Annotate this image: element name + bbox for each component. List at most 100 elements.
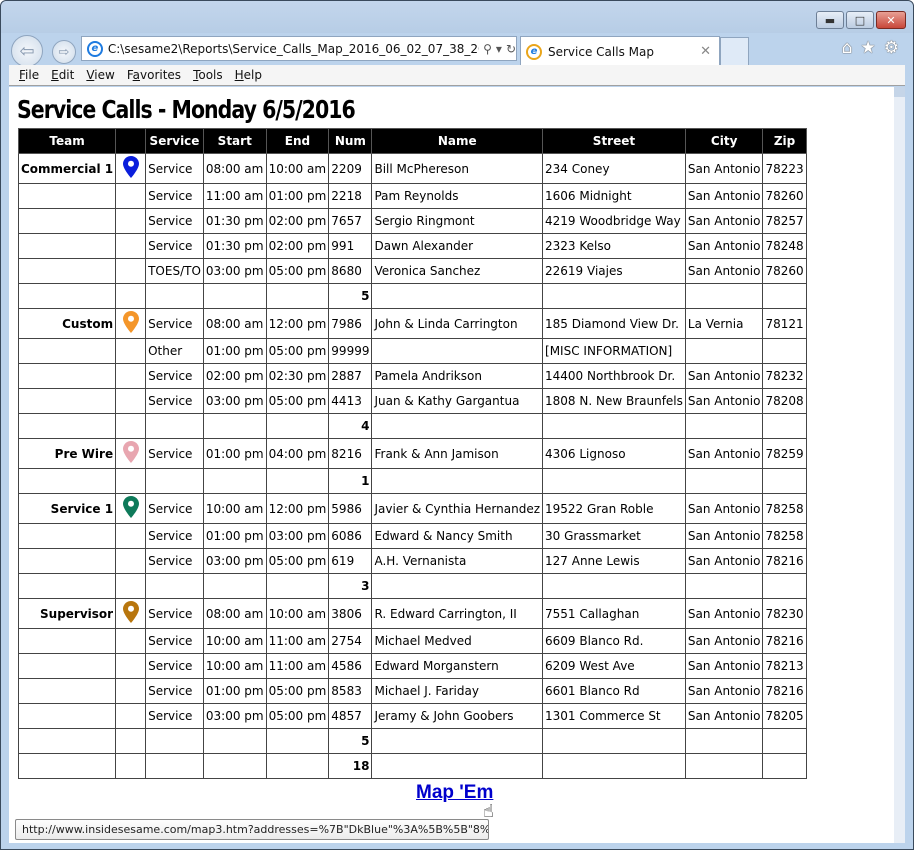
start-cell: 10:00 am [202, 493, 267, 524]
street-cell: 2323 Kelso [542, 233, 686, 259]
team-cell [17, 233, 117, 259]
empty-cell [371, 573, 544, 599]
group-count: 4 [328, 413, 373, 439]
start-cell: 03:00 pm [202, 703, 267, 729]
map-pin-icon [122, 601, 139, 623]
service-cell: Service [145, 388, 204, 414]
end-cell: 10:00 am [265, 598, 330, 629]
team-cell [17, 388, 117, 414]
pin-cell [115, 183, 147, 209]
menu-edit[interactable]: Edit [51, 68, 74, 82]
street-cell: 4306 Lignoso [542, 438, 686, 469]
name-cell: Pam Reynolds [371, 183, 544, 209]
start-cell: 01:00 pm [202, 338, 267, 364]
dropdown-icon[interactable]: ▾ [496, 42, 502, 56]
minimize-button[interactable]: ▬ [816, 11, 844, 29]
empty-cell [17, 573, 117, 599]
end-cell: 04:00 pm [265, 438, 330, 469]
end-cell: 11:00 am [265, 628, 330, 654]
end-cell: 01:00 pm [265, 183, 330, 209]
menu-bar: File Edit View Favorites Tools Help [9, 65, 905, 86]
menu-help[interactable]: Help [235, 68, 262, 82]
empty-cell [115, 728, 147, 754]
name-cell: Sergio Ringmont [371, 208, 544, 234]
home-icon[interactable]: ⌂ [842, 38, 853, 58]
end-cell: 05:00 pm [265, 388, 330, 414]
empty-cell [371, 728, 544, 754]
service-cell: Service [145, 308, 204, 339]
window-controls: ▬ □ ✕ [816, 11, 906, 29]
service-cell: Service [145, 153, 204, 184]
end-cell: 02:30 pm [265, 363, 330, 389]
pin-cell [115, 653, 147, 679]
pin-cell [115, 153, 147, 184]
service-cell: Service [145, 363, 204, 389]
empty-cell [542, 283, 686, 309]
service-cell: Service [145, 438, 204, 469]
city-cell: La Vernia [684, 308, 764, 339]
forward-button[interactable]: ⇨ [52, 40, 76, 64]
street-cell: 4219 Woodbridge Way [542, 208, 686, 234]
map-pin-icon [122, 156, 139, 178]
num-cell: 8583 [328, 678, 373, 704]
empty-cell [202, 468, 267, 494]
menu-favorites[interactable]: Favorites [127, 68, 181, 82]
menu-file[interactable]: File [19, 68, 39, 82]
team-cell [17, 703, 117, 729]
num-cell: 4413 [328, 388, 373, 414]
title-bar: ▬ □ ✕ [1, 1, 913, 33]
gear-icon[interactable]: ⚙ [884, 38, 899, 58]
maximize-button[interactable]: □ [846, 11, 874, 29]
vertical-scrollbar[interactable] [894, 87, 905, 843]
favorites-star-icon[interactable]: ★ [861, 38, 876, 58]
table-row: Pre Wire Service 01:00 pm 04:00 pm 8216 Frank… [17, 438, 807, 469]
start-cell: 01:00 pm [202, 678, 267, 704]
start-cell: 02:00 pm [202, 363, 267, 389]
street-cell: 22619 Viajes [542, 258, 686, 284]
start-cell: 08:00 am [202, 153, 267, 184]
start-cell: 01:30 pm [202, 208, 267, 234]
name-cell: Juan & Kathy Gargantua [371, 388, 544, 414]
map-em-link[interactable]: Map 'Em [416, 782, 493, 804]
address-bar[interactable]: e C:\sesame2\Reports\Service_Calls_Map_2… [81, 36, 517, 61]
status-url-tooltip: http://www.insidesesame.com/map3.htm?add… [15, 819, 489, 840]
end-cell: 05:00 pm [265, 548, 330, 574]
start-cell: 03:00 pm [202, 548, 267, 574]
pin-cell [115, 523, 147, 549]
back-button[interactable]: ⇦ [11, 35, 43, 67]
empty-cell [115, 573, 147, 599]
search-icon[interactable]: ⚲ [483, 42, 492, 56]
name-cell: Michael J. Fariday [371, 678, 544, 704]
refresh-icon[interactable]: ↻ [506, 42, 516, 56]
empty-cell [145, 413, 204, 439]
empty-cell [371, 413, 544, 439]
zip-cell: 78223 [762, 153, 807, 184]
empty-cell [202, 283, 267, 309]
col-num: Num [328, 128, 373, 154]
empty-cell [145, 728, 204, 754]
num-cell: 8680 [328, 258, 373, 284]
street-cell: 1606 Midnight [542, 183, 686, 209]
menu-view[interactable]: View [86, 68, 114, 82]
tab-service-calls-map[interactable]: e Service Calls Map ✕ [520, 36, 720, 66]
table-row: Service 03:00 pm 05:00 pm 4413 Juan & Kathy … [17, 388, 807, 414]
start-cell: 03:00 pm [202, 388, 267, 414]
start-cell: 03:00 pm [202, 258, 267, 284]
num-cell: 2218 [328, 183, 373, 209]
table-header-row: Team Service Start End Num Name Street C… [17, 128, 807, 154]
num-cell: 4586 [328, 653, 373, 679]
num-cell: 991 [328, 233, 373, 259]
menu-tools[interactable]: Tools [193, 68, 223, 82]
scrollbar-thumb[interactable] [894, 87, 905, 97]
address-input[interactable]: C:\sesame2\Reports\Service_Calls_Map_201… [108, 42, 479, 56]
service-cell: Service [145, 703, 204, 729]
close-window-button[interactable]: ✕ [876, 11, 906, 29]
start-cell: 08:00 am [202, 308, 267, 339]
team-cell [17, 208, 117, 234]
tab-close-icon[interactable]: ✕ [700, 44, 711, 59]
new-tab-button[interactable] [720, 37, 749, 65]
num-cell: 2887 [328, 363, 373, 389]
service-cell: Service [145, 183, 204, 209]
empty-cell [684, 283, 764, 309]
service-calls-table: Team Service Start End Num Name Street C… [17, 128, 807, 779]
